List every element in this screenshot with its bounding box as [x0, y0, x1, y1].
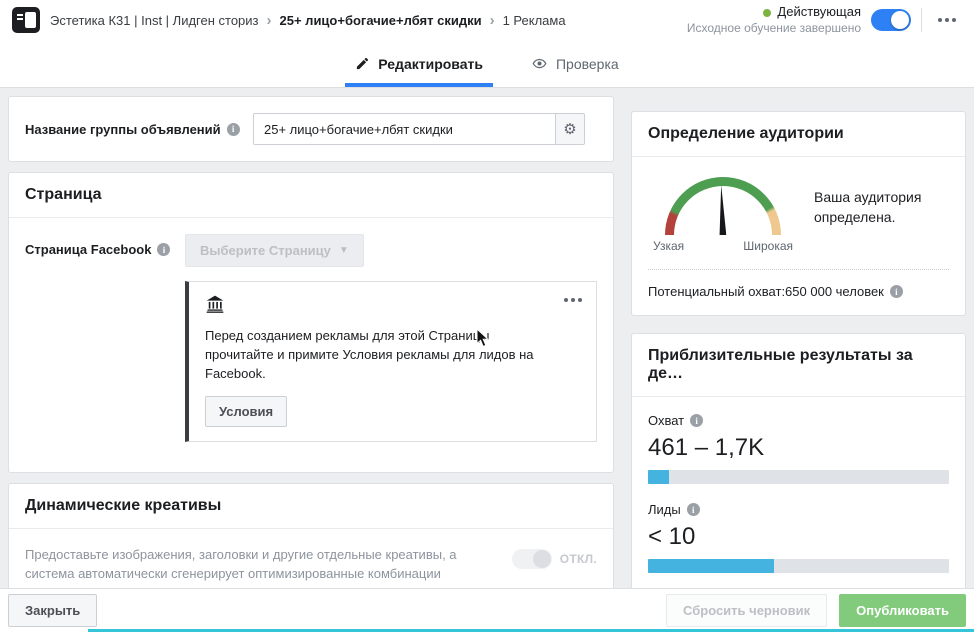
- divider: [921, 8, 922, 32]
- terms-notice-box: Перед созданием рекламы для этой Страниц…: [185, 281, 597, 442]
- estimated-results-title: Приблизительные результаты за де…: [632, 334, 965, 397]
- reach-label: Охват: [648, 413, 685, 428]
- potential-reach-text: Потенциальный охват:650 000 человек: [648, 284, 884, 299]
- adset-active-toggle[interactable]: [871, 9, 911, 31]
- facebook-page-label: Страница Facebook: [25, 242, 152, 257]
- select-page-placeholder: Выберите Страницу: [200, 243, 331, 258]
- dynamic-creatives-title: Динамические креативы: [9, 484, 613, 529]
- reach-progress-fill: [648, 470, 670, 484]
- left-column: Название группы объявлений i ⚙ Страница: [8, 96, 614, 632]
- audience-status-text: Ваша аудитория определена.: [814, 189, 922, 226]
- reach-progress-bar: [648, 470, 949, 484]
- delivery-status: Действующая Исходное обучение завершено: [687, 4, 861, 35]
- dynamic-creatives-toggle[interactable]: [511, 548, 552, 569]
- pencil-icon: [357, 57, 369, 70]
- adset-name-input[interactable]: [253, 113, 555, 145]
- publish-button[interactable]: Опубликовать: [839, 594, 966, 627]
- leads-value: < 10: [648, 523, 696, 550]
- breadcrumb-adset[interactable]: 25+ лицо+богачие+лбят скидки: [280, 13, 482, 28]
- close-button[interactable]: Закрыть: [8, 594, 98, 627]
- toggle-knob: [891, 11, 909, 29]
- status-sublabel: Исходное обучение завершено: [686, 20, 861, 35]
- dynamic-creatives-toggle-label: ОТКЛ.: [559, 551, 597, 566]
- leads-label: Лиды: [648, 502, 681, 517]
- facebook-page-label-row: Страница Facebook i: [25, 234, 185, 257]
- tab-edit[interactable]: Редактировать: [345, 40, 493, 87]
- breadcrumb: Эстетика К31 | Inst | Лидген сториз 25+ …: [50, 13, 677, 28]
- sidebar-toggle-icon[interactable]: [12, 7, 40, 33]
- info-icon[interactable]: i: [157, 243, 171, 256]
- mouse-cursor-icon: [476, 328, 490, 348]
- right-column: Определение аудитории Узкая Широкая Ваша…: [631, 96, 966, 632]
- menu-line-icon: [17, 18, 23, 20]
- leads-progress-fill: [648, 559, 775, 573]
- caret-down-icon: ▼: [338, 245, 349, 256]
- gauge-left-label: Узкая: [653, 239, 685, 253]
- reach-value: 461 – 1,7K: [648, 434, 765, 461]
- leads-metric: Лиды i < 10: [648, 502, 949, 573]
- more-options-icon[interactable]: [932, 12, 962, 28]
- discard-draft-button[interactable]: Сбросить черновик: [666, 594, 828, 627]
- info-icon[interactable]: i: [226, 122, 240, 136]
- notice-more-options-icon[interactable]: [558, 292, 588, 308]
- tab-bar: Редактировать Проверка: [0, 40, 974, 88]
- divider: [648, 269, 949, 270]
- tab-review-label: Проверка: [555, 55, 619, 72]
- eye-icon: [532, 58, 547, 69]
- footer-bar: Закрыть Сбросить черновик Опубликовать: [0, 588, 974, 632]
- page-card: Страница Страница Facebook i Выберите Ст…: [8, 172, 614, 473]
- main-content: Название группы объявлений i ⚙ Страница: [0, 88, 974, 632]
- page-section-title: Страница: [9, 173, 613, 218]
- adset-name-settings-button[interactable]: ⚙: [555, 113, 585, 145]
- adset-name-label-row: Название группы объявлений i: [25, 122, 253, 137]
- status-dot-icon: [763, 8, 772, 17]
- status-label: Действующая: [777, 4, 861, 20]
- audience-gauge: Узкая Широкая: [648, 173, 798, 253]
- gauge-right-label: Широкая: [743, 239, 793, 253]
- menu-line-icon: [17, 14, 23, 16]
- terms-button[interactable]: Условия: [205, 395, 288, 427]
- breadcrumb-ad[interactable]: 1 Реклама: [503, 13, 566, 28]
- chevron-right-icon: [490, 13, 495, 28]
- info-icon[interactable]: i: [686, 503, 700, 516]
- panel-shape: [25, 12, 36, 28]
- bank-icon: [206, 295, 224, 313]
- adset-name-card: Название группы объявлений i ⚙: [8, 96, 614, 162]
- tab-edit-label: Редактировать: [378, 55, 483, 72]
- info-icon[interactable]: i: [889, 285, 903, 298]
- audience-definition-title: Определение аудитории: [632, 112, 965, 157]
- chevron-right-icon: [267, 13, 272, 28]
- tab-review[interactable]: Проверка: [527, 40, 623, 87]
- info-icon[interactable]: i: [690, 414, 704, 427]
- select-page-dropdown[interactable]: Выберите Страницу ▼: [185, 234, 364, 267]
- top-bar: Эстетика К31 | Inst | Лидген сториз 25+ …: [0, 0, 974, 40]
- ads-manager-screen: Эстетика К31 | Inst | Лидген сториз 25+ …: [0, 0, 974, 632]
- toggle-knob: [532, 549, 551, 568]
- leads-progress-bar: [648, 559, 949, 573]
- gear-icon: ⚙: [563, 121, 577, 138]
- breadcrumb-campaign[interactable]: Эстетика К31 | Inst | Лидген сториз: [50, 13, 259, 28]
- reach-metric: Охват i 461 – 1,7K: [648, 413, 949, 484]
- audience-definition-card: Определение аудитории Узкая Широкая Ваша…: [631, 111, 966, 316]
- adset-name-label: Название группы объявлений: [25, 121, 221, 137]
